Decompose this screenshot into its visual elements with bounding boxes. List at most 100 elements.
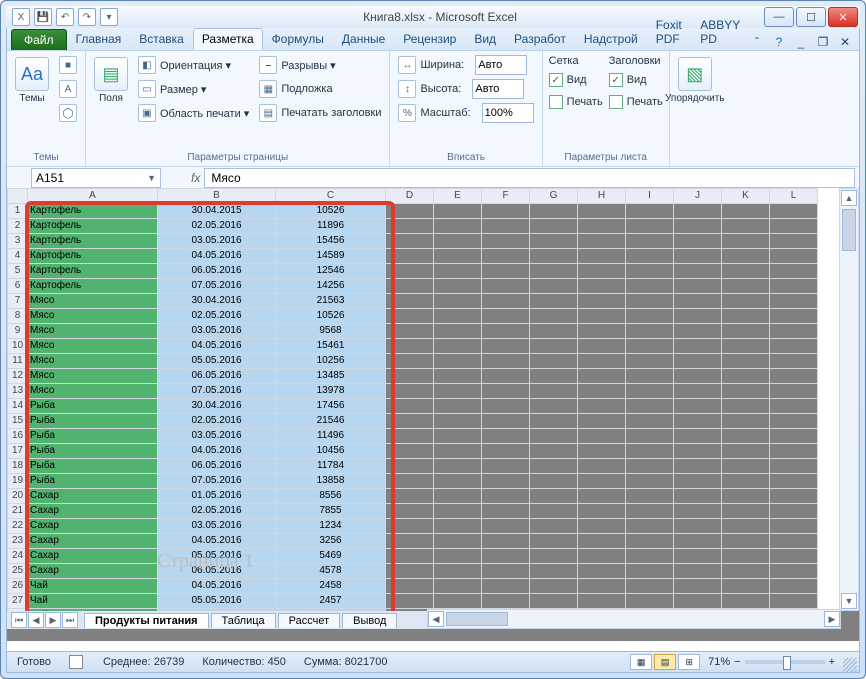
cell-out-of-page[interactable] bbox=[770, 594, 818, 609]
row-header[interactable]: 17 bbox=[8, 444, 28, 459]
row-header[interactable]: 16 bbox=[8, 429, 28, 444]
cell[interactable]: 1234 bbox=[276, 519, 386, 534]
cell-out-of-page[interactable] bbox=[674, 519, 722, 534]
cell[interactable]: 03.05.2016 bbox=[158, 234, 276, 249]
cell-out-of-page[interactable] bbox=[626, 324, 674, 339]
cell-out-of-page[interactable] bbox=[770, 219, 818, 234]
cell-out-of-page[interactable] bbox=[530, 309, 578, 324]
tab-abbyy[interactable]: ABBYY PD bbox=[691, 14, 749, 50]
cell[interactable]: Мясо bbox=[28, 339, 158, 354]
column-header[interactable]: E bbox=[434, 189, 482, 204]
cell-out-of-page[interactable] bbox=[434, 459, 482, 474]
window-maximize-button[interactable]: ☐ bbox=[796, 7, 826, 27]
cell-out-of-page[interactable] bbox=[722, 264, 770, 279]
cell[interactable]: 15456 bbox=[276, 234, 386, 249]
cell[interactable]: 9568 bbox=[276, 324, 386, 339]
qat-redo-icon[interactable]: ↷ bbox=[78, 8, 96, 26]
ribbon-minimize-icon[interactable]: ˆ bbox=[749, 34, 765, 50]
cell-out-of-page[interactable] bbox=[770, 339, 818, 354]
column-header[interactable]: H bbox=[578, 189, 626, 204]
cell[interactable]: Рыба bbox=[28, 444, 158, 459]
theme-colors-button[interactable]: ■ bbox=[57, 55, 79, 75]
cell-out-of-page[interactable] bbox=[722, 324, 770, 339]
window-minimize-button[interactable]: — bbox=[764, 7, 794, 27]
cell-out-of-page[interactable] bbox=[482, 549, 530, 564]
qat-customize-icon[interactable]: ▾ bbox=[100, 8, 118, 26]
cell[interactable]: 8556 bbox=[276, 489, 386, 504]
row-header[interactable]: 5 bbox=[8, 264, 28, 279]
theme-effects-button[interactable]: ◯ bbox=[57, 103, 79, 123]
cell-out-of-page[interactable] bbox=[434, 534, 482, 549]
cell-out-of-page[interactable] bbox=[770, 534, 818, 549]
hscroll-thumb[interactable] bbox=[446, 612, 508, 626]
cell-out-of-page[interactable] bbox=[530, 489, 578, 504]
cell[interactable]: 13978 bbox=[276, 384, 386, 399]
cell-out-of-page[interactable] bbox=[722, 354, 770, 369]
cell-out-of-page[interactable] bbox=[578, 324, 626, 339]
cell-out-of-page[interactable] bbox=[674, 459, 722, 474]
cell-out-of-page[interactable] bbox=[674, 294, 722, 309]
cell[interactable]: 30.04.2016 bbox=[158, 294, 276, 309]
dropdown-icon[interactable]: ▼ bbox=[147, 173, 156, 183]
themes-button[interactable]: Aa Темы bbox=[13, 55, 51, 139]
column-header[interactable]: D bbox=[386, 189, 434, 204]
cell-out-of-page[interactable] bbox=[626, 474, 674, 489]
cell-out-of-page[interactable] bbox=[770, 324, 818, 339]
height-select[interactable] bbox=[472, 79, 524, 99]
cell[interactable]: Сахар bbox=[28, 564, 158, 579]
cell[interactable]: 5469 bbox=[276, 549, 386, 564]
cell-out-of-page[interactable] bbox=[578, 594, 626, 609]
cell-out-of-page[interactable] bbox=[530, 234, 578, 249]
cell-out-of-page[interactable] bbox=[578, 564, 626, 579]
cell[interactable]: 04.05.2016 bbox=[158, 534, 276, 549]
arrange-button[interactable]: ▧ Упорядочить bbox=[676, 55, 714, 139]
row-header[interactable]: 9 bbox=[8, 324, 28, 339]
zoom-in-button[interactable]: + bbox=[829, 656, 835, 668]
help-icon[interactable]: ? bbox=[771, 34, 787, 50]
cell-out-of-page[interactable] bbox=[386, 369, 434, 384]
cell[interactable]: Сахар bbox=[28, 504, 158, 519]
cell-out-of-page[interactable] bbox=[722, 504, 770, 519]
cell-out-of-page[interactable] bbox=[434, 294, 482, 309]
cell-out-of-page[interactable] bbox=[386, 459, 434, 474]
cell[interactable]: 10526 bbox=[276, 309, 386, 324]
cell-out-of-page[interactable] bbox=[482, 354, 530, 369]
cell-out-of-page[interactable] bbox=[674, 414, 722, 429]
cell[interactable]: 7855 bbox=[276, 504, 386, 519]
cell-out-of-page[interactable] bbox=[482, 504, 530, 519]
cell[interactable]: 07.05.2016 bbox=[158, 474, 276, 489]
cell-out-of-page[interactable] bbox=[626, 279, 674, 294]
scale-input[interactable] bbox=[482, 103, 534, 123]
cell-out-of-page[interactable] bbox=[770, 234, 818, 249]
cell-out-of-page[interactable] bbox=[482, 579, 530, 594]
cell-out-of-page[interactable] bbox=[722, 204, 770, 219]
fx-icon[interactable]: fx bbox=[191, 171, 200, 185]
cell-out-of-page[interactable] bbox=[482, 339, 530, 354]
cell-out-of-page[interactable] bbox=[674, 339, 722, 354]
vertical-scrollbar[interactable]: ▲ ▼ bbox=[839, 188, 859, 611]
cell-out-of-page[interactable] bbox=[722, 519, 770, 534]
cell[interactable]: 10256 bbox=[276, 354, 386, 369]
cell-out-of-page[interactable] bbox=[386, 234, 434, 249]
height-control[interactable]: ↕Высота: bbox=[396, 79, 535, 99]
cell-out-of-page[interactable] bbox=[674, 234, 722, 249]
cell-out-of-page[interactable] bbox=[674, 594, 722, 609]
cell-out-of-page[interactable] bbox=[722, 579, 770, 594]
cell-out-of-page[interactable] bbox=[386, 204, 434, 219]
inner-close-icon[interactable]: ✕ bbox=[837, 34, 853, 50]
cell-out-of-page[interactable] bbox=[386, 549, 434, 564]
cell-out-of-page[interactable] bbox=[626, 369, 674, 384]
cell[interactable]: 2457 bbox=[276, 594, 386, 609]
cell-out-of-page[interactable] bbox=[626, 204, 674, 219]
cell-out-of-page[interactable] bbox=[386, 489, 434, 504]
cell-out-of-page[interactable] bbox=[674, 324, 722, 339]
cell[interactable]: Картофель bbox=[28, 264, 158, 279]
cell-out-of-page[interactable] bbox=[578, 519, 626, 534]
cell-out-of-page[interactable] bbox=[578, 474, 626, 489]
row-header[interactable]: 6 bbox=[8, 279, 28, 294]
cell-out-of-page[interactable] bbox=[578, 279, 626, 294]
cell-out-of-page[interactable] bbox=[434, 429, 482, 444]
cell-out-of-page[interactable] bbox=[578, 504, 626, 519]
cell[interactable]: 06.05.2016 bbox=[158, 369, 276, 384]
cell-out-of-page[interactable] bbox=[482, 279, 530, 294]
